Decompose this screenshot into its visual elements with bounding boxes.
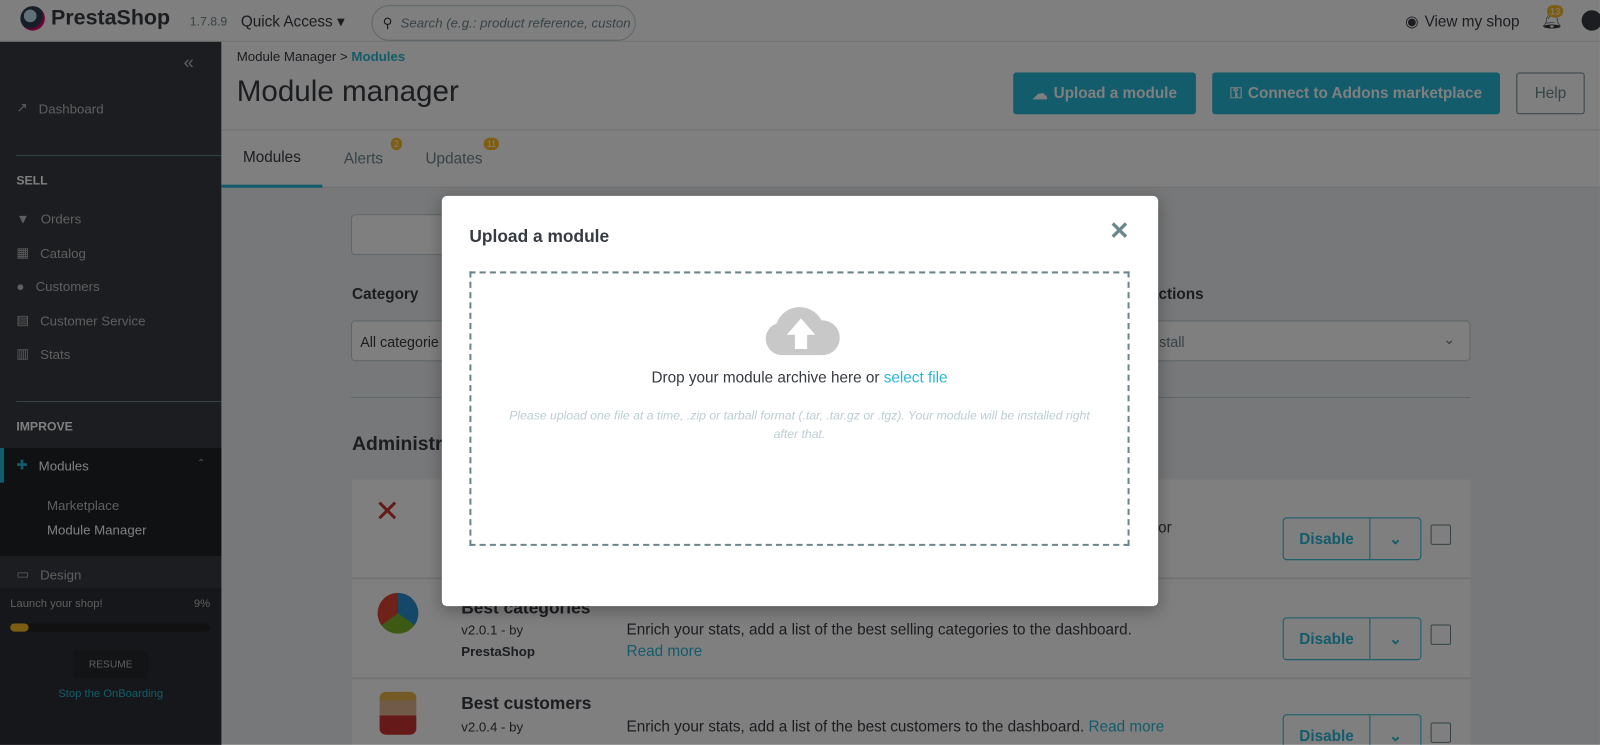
file-dropzone[interactable]: Drop your module archive here or select … — [469, 271, 1130, 546]
cloud-upload-icon — [765, 307, 840, 356]
upload-module-modal: Upload a module ✕ Drop your module archi… — [441, 195, 1159, 607]
close-icon[interactable]: ✕ — [1109, 216, 1130, 246]
upload-help-text: Please upload one file at a time, .zip o… — [509, 408, 1090, 441]
drop-instructions: Drop your module archive here or select … — [651, 369, 948, 387]
modal-title: Upload a module — [469, 226, 610, 246]
select-file-link[interactable]: select file — [884, 369, 948, 386]
